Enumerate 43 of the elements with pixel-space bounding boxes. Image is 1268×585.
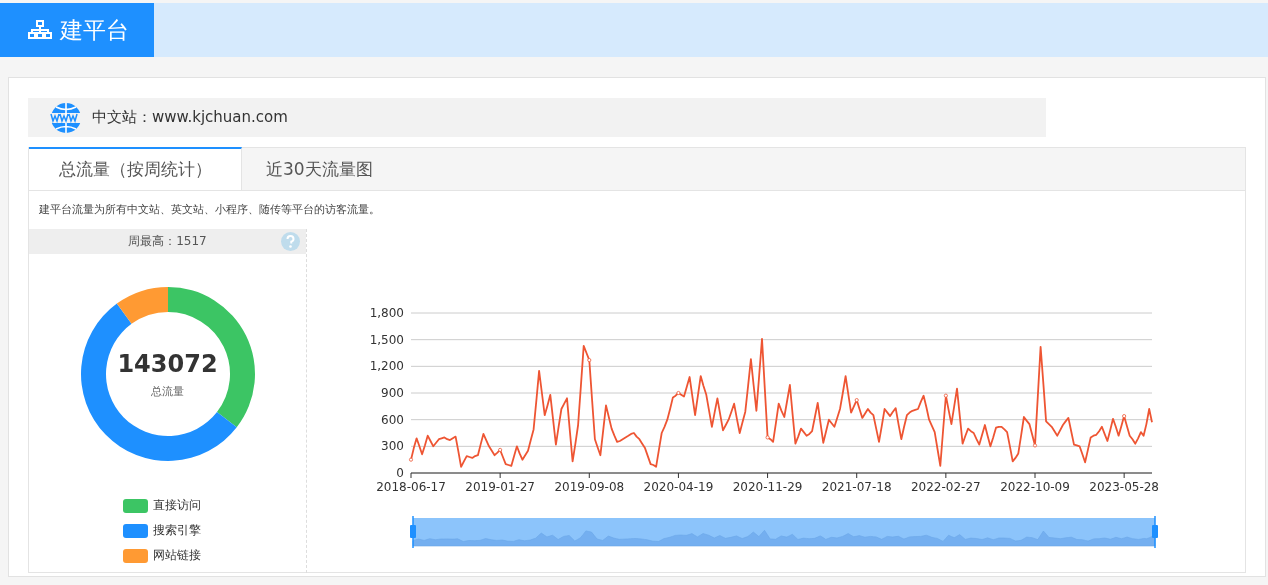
x-axis-label: 2019-01-27 [465, 480, 535, 494]
x-axis-label: 2022-02-27 [911, 480, 981, 494]
y-axis-label: 1,800 [369, 306, 404, 320]
total-traffic: 143072 [117, 349, 218, 378]
www-globe-icon [50, 101, 82, 134]
data-point-marker [1033, 443, 1037, 448]
help-icon[interactable] [281, 232, 300, 251]
legend-swatch[interactable] [122, 498, 148, 513]
y-axis-label: 600 [381, 412, 404, 427]
x-axis-label: 2020-11-29 [732, 480, 803, 494]
legend-swatch[interactable] [122, 548, 148, 563]
x-axis-label: 2018-06-17 [376, 480, 446, 494]
x-axis-label: 2022-10-09 [1000, 480, 1070, 494]
y-axis-label: 900 [381, 386, 404, 400]
x-axis-label: 2023-05-28 [1089, 480, 1159, 494]
site-address: 中文站：www.kjchuan.com [92, 108, 288, 127]
y-axis-label: 1,500 [369, 332, 404, 347]
x-axis-label: 2020-04-19 [643, 480, 714, 494]
legend-label[interactable]: 直接访问 [152, 497, 201, 514]
tab[interactable]: 近30天流量图 [242, 147, 397, 189]
data-point-marker [498, 447, 503, 452]
data-point-marker [676, 391, 681, 395]
x-axis-label: 2019-09-08 [554, 480, 625, 494]
y-axis-label: 1,200 [369, 359, 404, 374]
description-text: 建平台流量为所有中文站、英文站、小程序、随传等平台的访客流量。 [39, 202, 381, 218]
legend-swatch[interactable] [122, 523, 148, 538]
data-point-marker [409, 457, 413, 462]
data-point-marker [1122, 414, 1127, 419]
total-label: 总流量 [151, 383, 184, 399]
y-axis-label: 0 [396, 466, 404, 480]
tab[interactable]: 总流量（按周统计） [29, 147, 242, 190]
site-title: 建平台 [60, 15, 129, 45]
data-point-marker [587, 358, 592, 363]
x-axis-label: 2021-07-18 [821, 480, 892, 494]
data-point-marker [765, 435, 770, 440]
legend-label[interactable]: 网站链接 [152, 547, 201, 564]
data-point-marker [854, 398, 859, 403]
weekly-peak: 周最高：1517 [128, 233, 207, 250]
data-point-marker [943, 393, 948, 398]
legend-label[interactable]: 搜索引擎 [152, 522, 201, 539]
range-slider[interactable] [410, 515, 1158, 549]
y-axis-label: 300 [381, 439, 404, 454]
sitemap-icon [28, 20, 52, 40]
